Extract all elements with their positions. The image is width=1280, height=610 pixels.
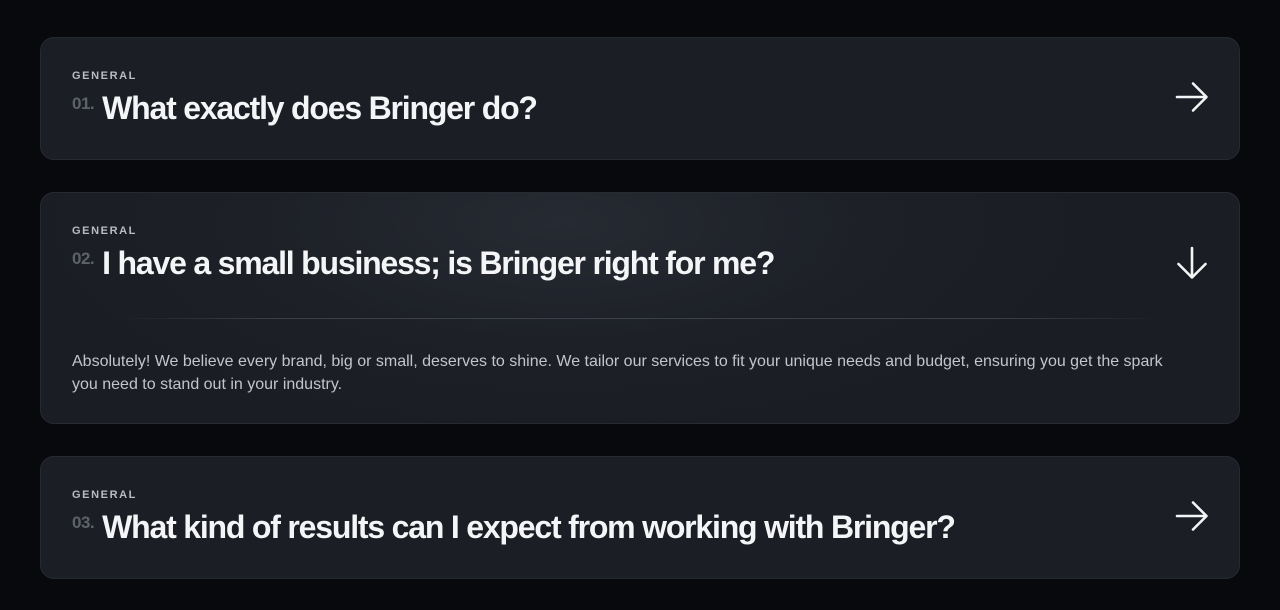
arrow-down-icon	[1177, 246, 1207, 279]
faq-question: What kind of results can I expect from w…	[102, 509, 956, 545]
faq-item-1[interactable]: GENERAL 01. What exactly does Bringer do…	[40, 37, 1240, 160]
collapse-button[interactable]	[1173, 244, 1211, 282]
faq-question-row: 02. I have a small business; is Bringer …	[72, 243, 775, 283]
expand-button[interactable]	[1173, 497, 1211, 535]
faq-item-3[interactable]: GENERAL 03. What kind of results can I e…	[40, 456, 1240, 579]
faq-answer: Absolutely! We believe every brand, big …	[72, 353, 1163, 393]
faq-question: What exactly does Bringer do?	[102, 90, 538, 126]
faq-question-row: 01. What exactly does Bringer do?	[72, 88, 538, 128]
arrow-right-icon	[1175, 82, 1208, 112]
faq-number: 01.	[72, 94, 95, 113]
faq-category: GENERAL	[72, 489, 137, 501]
faq-item-2[interactable]: GENERAL 02. I have a small business; is …	[40, 192, 1240, 424]
expand-button[interactable]	[1173, 78, 1211, 116]
arrow-right-icon	[1175, 501, 1208, 531]
faq-question-row: 03. What kind of results can I expect fr…	[72, 507, 956, 547]
faq-category: GENERAL	[72, 70, 137, 82]
faq-number: 02.	[72, 249, 95, 268]
faq-category: GENERAL	[72, 225, 137, 237]
faq-question: I have a small business; is Bringer righ…	[102, 245, 775, 281]
faq-divider	[113, 318, 1167, 319]
faq-number: 03.	[72, 513, 95, 532]
faq-list: GENERAL 01. What exactly does Bringer do…	[40, 37, 1240, 579]
